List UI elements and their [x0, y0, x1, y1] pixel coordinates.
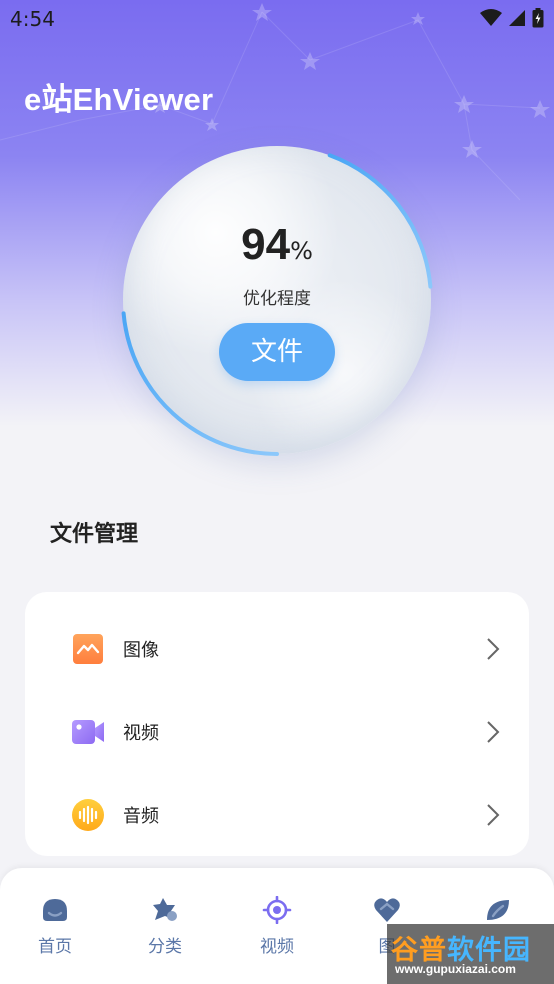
percent-value: 94 — [241, 220, 291, 269]
file-management-card: 图像 视频 音频 — [25, 592, 529, 856]
file-item-label: 图像 — [123, 640, 159, 661]
optimization-percent: 94% — [115, 220, 439, 270]
status-bar: 4:54 — [0, 0, 554, 38]
percent-unit: % — [290, 237, 313, 265]
home-icon — [43, 899, 67, 921]
image-icon — [73, 634, 103, 664]
leaf-icon — [487, 900, 509, 920]
chevron-right-icon — [487, 638, 500, 660]
tab-home[interactable]: 首页 — [0, 896, 110, 957]
gallery-icon — [374, 898, 400, 922]
category-icon — [153, 898, 177, 921]
video-tab-icon — [262, 896, 292, 924]
chevron-right-icon — [487, 804, 500, 826]
file-item-image[interactable]: 图像 — [25, 619, 529, 679]
optimization-bubble: 94% 优化程度 文件 — [115, 138, 439, 462]
status-icons — [480, 8, 544, 28]
file-item-audio[interactable]: 音频 — [25, 785, 529, 845]
status-time: 4:54 — [10, 7, 55, 31]
file-item-label: 音频 — [123, 806, 159, 827]
watermark-url: www.gupuxiazai.com — [395, 962, 516, 976]
section-title: 文件管理 — [50, 522, 139, 547]
tab-label: 首页 — [38, 937, 72, 957]
wifi-icon — [480, 9, 502, 26]
file-button[interactable]: 文件 — [219, 323, 335, 381]
file-item-label: 视频 — [123, 723, 159, 744]
app-title: e站EhViewer — [24, 82, 214, 117]
battery-icon — [532, 8, 544, 28]
video-icon — [72, 720, 104, 744]
tab-label: 视频 — [260, 937, 294, 957]
tab-label: 分类 — [148, 937, 182, 957]
audio-icon — [72, 799, 104, 831]
watermark: 谷普软件园 www.gupuxiazai.com — [387, 924, 554, 984]
tab-video[interactable]: 视频 — [222, 896, 332, 957]
tab-category[interactable]: 分类 — [110, 896, 220, 957]
optimization-label: 优化程度 — [243, 289, 311, 309]
signal-icon — [509, 10, 525, 26]
chevron-right-icon — [487, 721, 500, 743]
file-item-video[interactable]: 视频 — [25, 702, 529, 762]
